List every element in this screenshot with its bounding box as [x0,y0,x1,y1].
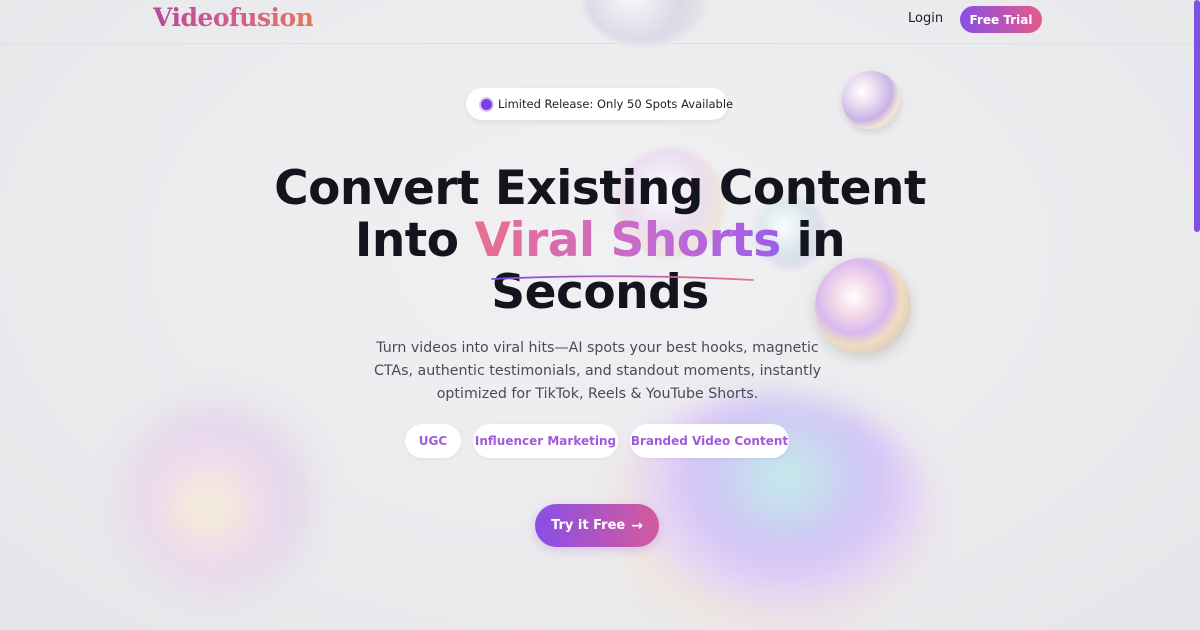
tag-influencer-marketing[interactable]: Influencer Marketing [473,424,618,458]
hero-headline: Convert Existing Content Into Viral Shor… [250,163,950,319]
headline-line-2-start: Into [354,213,475,268]
decorative-bubble [842,71,900,129]
badge-text: Limited Release: Only 50 Spots Available [498,97,734,111]
arrow-right-icon: → [631,517,643,534]
hero-subtitle: Turn videos into viral hits—AI spots you… [373,340,822,402]
try-it-free-button[interactable]: Try it Free → [535,504,659,547]
limited-release-badge: Limited Release: Only 50 Spots Available [466,88,733,120]
login-link[interactable]: Login [908,11,943,26]
cta-label: Try it Free [551,518,626,533]
status-dot-icon [481,98,492,110]
headline-accent: Viral Shorts [474,213,781,268]
tag-ugc[interactable]: UGC [405,424,461,458]
decorative-bubble [125,405,310,590]
logo[interactable]: Videofusion [153,3,314,32]
headline-line-1: Convert Existing Content [274,161,926,216]
site-header: Videofusion Login Free Trial [0,0,1200,44]
free-trial-button[interactable]: Free Trial [960,6,1042,33]
scrollbar-thumb[interactable] [1194,0,1200,232]
headline-line-2-end: in [780,213,846,268]
accent-underline [491,275,754,281]
tag-list: UGC Influencer Marketing Branded Video C… [405,424,805,458]
tag-branded-video-content[interactable]: Branded Video Content [630,424,789,458]
